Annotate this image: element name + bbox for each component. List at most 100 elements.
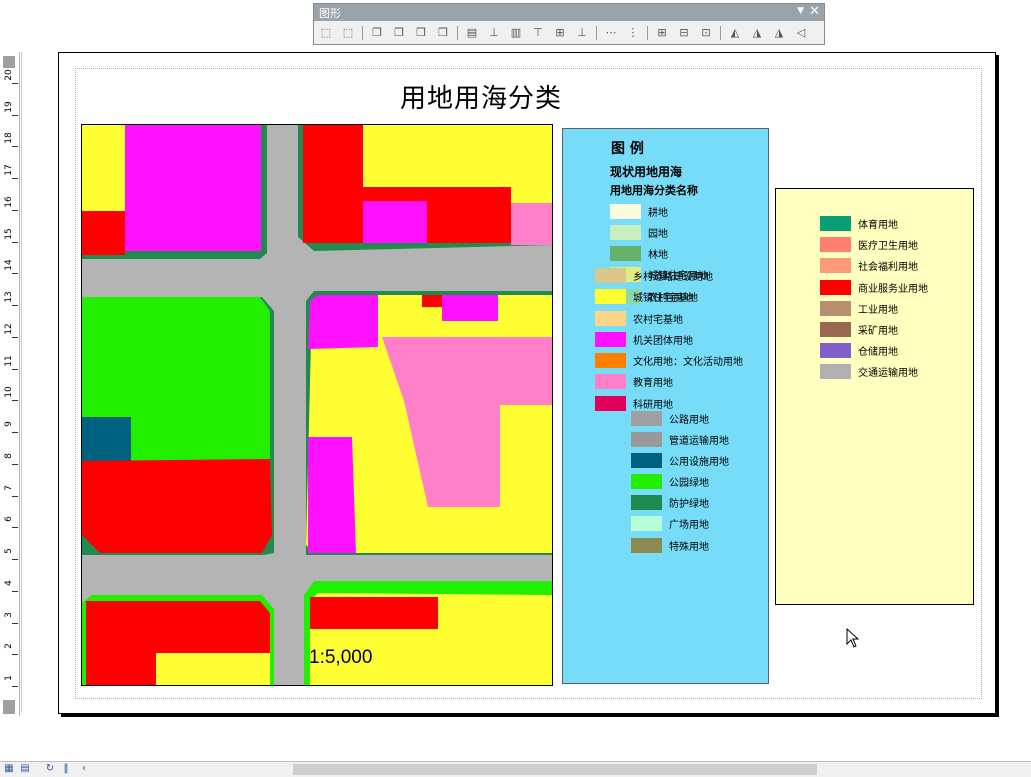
commercial-parcel xyxy=(82,459,272,553)
distribute-horizontal-icon[interactable]: ⋯ xyxy=(603,26,619,40)
ruler-label: 13 xyxy=(4,291,14,303)
ruler-label: 4 xyxy=(4,579,14,586)
scale-text[interactable]: 1:5,000 xyxy=(309,647,372,669)
ruler-label: 14 xyxy=(4,259,14,272)
ruler-label: 20 xyxy=(4,69,14,81)
legend-item[interactable]: 医疗卫生用地 xyxy=(820,237,918,252)
ruler-tick xyxy=(12,400,18,402)
map-title[interactable]: 用地用海分类 xyxy=(400,78,562,115)
ruler-tick xyxy=(12,178,18,180)
legend-panel[interactable]: 图 例 现状用地用海 用地用海分类名称 耕地 园地 林地 城镇住宅用地 乡村道路建设用地… xyxy=(562,128,769,684)
legend-item[interactable]: 乡村道路建设用地 xyxy=(595,268,713,283)
legend-item[interactable]: 商业服务业用地 xyxy=(820,280,928,295)
legend-label: 城镇住宅用地 xyxy=(633,293,693,304)
government-parcel xyxy=(442,295,498,321)
legend-item[interactable]: 林地 xyxy=(610,246,668,261)
legend-label: 教育用地 xyxy=(633,378,673,389)
distribute-vertical-icon[interactable]: ⋮ xyxy=(625,26,641,40)
ruler-tick xyxy=(12,654,18,656)
legend-item[interactable]: 社会福利用地 xyxy=(820,258,918,273)
legend-label: 体育用地 xyxy=(858,220,898,231)
ruler-tick xyxy=(12,146,18,148)
bring-forward-icon[interactable]: ❐ xyxy=(413,26,429,40)
legend-item[interactable]: 文化用地：文化活动用地 xyxy=(595,353,743,368)
toolbar-separator xyxy=(596,26,597,40)
pause-icon[interactable]: ‖ xyxy=(60,763,72,775)
data-view-icon[interactable]: ▦ xyxy=(3,763,15,775)
align-center-icon[interactable]: ⊥ xyxy=(486,26,502,40)
align-right-icon[interactable]: ▥ xyxy=(508,26,524,40)
legend-item[interactable]: 仓储用地 xyxy=(820,343,898,358)
legend-swatch xyxy=(631,453,662,468)
send-backward-icon[interactable]: ❐ xyxy=(435,26,451,40)
make-same-width-icon[interactable]: ⊟ xyxy=(676,26,692,40)
legend-item[interactable]: 采矿用地 xyxy=(820,322,898,337)
legend-item[interactable]: 管道运输用地 xyxy=(631,432,729,447)
ruler-label: 8 xyxy=(4,452,14,459)
scroll-left-icon[interactable]: ‹ xyxy=(78,763,90,775)
legend-label: 广场用地 xyxy=(669,520,709,531)
legend-label: 文化用地：文化活动用地 xyxy=(633,357,743,368)
send-to-back-icon[interactable]: ❐ xyxy=(391,26,407,40)
legend-swatch xyxy=(820,301,851,316)
legend-item[interactable]: 公路用地 xyxy=(631,411,709,426)
legend-label: 乡村道路建设用地 xyxy=(633,272,713,283)
toolbar-titlebar[interactable]: 图形 ▼ ✕ xyxy=(314,4,824,21)
legend-swatch xyxy=(631,495,662,510)
rotate-right-icon[interactable]: ◮ xyxy=(749,26,765,40)
toolbar-separator xyxy=(457,26,458,40)
legend-swatch xyxy=(820,280,851,295)
ruler-tick xyxy=(12,336,18,338)
horizontal-scrollbar-thumb[interactable] xyxy=(293,764,817,775)
ruler-tick xyxy=(12,463,18,465)
legend-swatch xyxy=(610,246,641,261)
align-middle-icon[interactable]: ⊞ xyxy=(552,26,568,40)
graphics-toolbar[interactable]: 图形 ▼ ✕ ⬚ ⬚ ❐ ❐ ❐ ❐ ▤ ⊥ ▥ ⊤ ⊞ ⊥ ⋯ ⋮ ⊞ ⊟ ⊡ ◭ ◮ ◮ ◁ xyxy=(313,3,825,45)
government-parcel xyxy=(308,295,378,349)
legend-item[interactable]: 园地 xyxy=(610,225,668,240)
align-bottom-icon[interactable]: ⊥ xyxy=(574,26,590,40)
triangle-down-icon[interactable]: ▼ xyxy=(797,6,804,16)
legend-item[interactable]: 公用设施用地 xyxy=(631,453,729,468)
ruler-label: 5 xyxy=(4,548,14,554)
legend-item[interactable]: 科研用地 xyxy=(595,396,673,411)
align-left-icon[interactable]: ▤ xyxy=(464,26,480,40)
legend-item[interactable]: 广场用地 xyxy=(631,516,709,531)
legend-item[interactable]: 农村宅基地 xyxy=(595,311,683,326)
select-elements-icon[interactable]: ⬚ xyxy=(318,26,334,40)
align-top-icon[interactable]: ⊤ xyxy=(530,26,546,40)
toolbar-separator xyxy=(720,26,721,40)
legend-item[interactable]: 特殊用地 xyxy=(631,538,709,553)
legend-item[interactable]: 体育用地 xyxy=(820,216,898,231)
toolbar-buttons: ⬚ ⬚ ❐ ❐ ❐ ❐ ▤ ⊥ ▥ ⊤ ⊞ ⊥ ⋯ ⋮ ⊞ ⊟ ⊡ ◭ ◮ ◮ ◁ xyxy=(318,24,820,42)
layout-view-icon[interactable]: ▤ xyxy=(19,763,31,775)
rotate-left-icon[interactable]: ◭ xyxy=(727,26,743,40)
legend-item[interactable]: 公园绿地 xyxy=(631,474,709,489)
ruler-label: 6 xyxy=(4,516,14,523)
close-icon[interactable]: ✕ xyxy=(809,4,820,19)
ruler-label: 19 xyxy=(4,101,14,113)
flip-horizontal-icon[interactable]: ◮ xyxy=(771,26,787,40)
ruler-label: 3 xyxy=(4,611,14,618)
map-frame[interactable] xyxy=(81,124,553,686)
make-same-size-icon[interactable]: ⊞ xyxy=(654,26,670,40)
legend-item[interactable]: 城镇住宅用地 xyxy=(595,289,693,304)
legend-item[interactable]: 教育用地 xyxy=(595,374,673,389)
ruler-label: 12 xyxy=(4,323,14,335)
ruler-label: 17 xyxy=(4,164,14,176)
ruler-label: 2 xyxy=(4,643,14,650)
make-same-height-icon[interactable]: ⊡ xyxy=(698,26,714,40)
status-bar: ▦ ▤ ↻ ‖ ‹ xyxy=(0,761,1031,777)
legend-label: 防护绿地 xyxy=(669,499,709,510)
land-use-map xyxy=(82,125,552,685)
bring-to-front-icon[interactable]: ❐ xyxy=(369,26,385,40)
legend-item[interactable]: 机关团体用地 xyxy=(595,332,693,347)
flip-vertical-icon[interactable]: ◁ xyxy=(793,26,809,40)
legend-item[interactable]: 交通运输用地 xyxy=(820,364,918,379)
legend-item[interactable]: 防护绿地 xyxy=(631,495,709,510)
legend-panel-continued[interactable]: 体育用地医疗卫生用地 社会福利用地 商业服务业用地 工业用地采矿用地仓储用地交通运输用… xyxy=(775,188,974,605)
group-icon[interactable]: ⬚ xyxy=(340,26,356,40)
refresh-icon[interactable]: ↻ xyxy=(44,763,56,775)
legend-item[interactable]: 工业用地 xyxy=(820,301,898,316)
legend-item[interactable]: 耕地 xyxy=(610,204,668,219)
